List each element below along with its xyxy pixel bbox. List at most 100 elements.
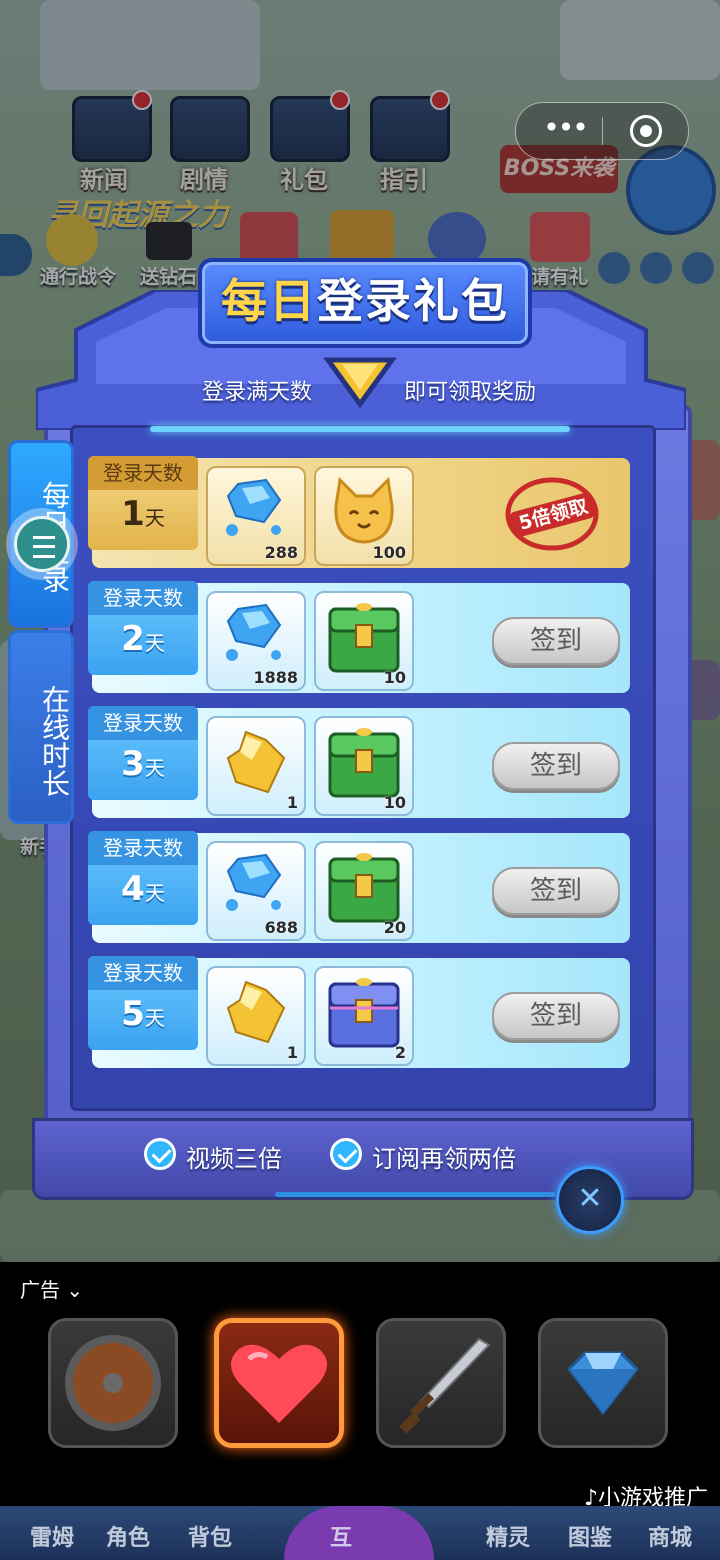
green-chest-icon bbox=[328, 603, 400, 673]
reward-row-day-2: 登录天数 2天 1888 10 签到 bbox=[88, 581, 630, 693]
ad-label[interactable]: 广告 ⌄ bbox=[20, 1274, 83, 1303]
panel-title-plate: 每日登录礼包 bbox=[198, 258, 532, 348]
option-label: 订阅再领两倍 bbox=[372, 1145, 516, 1173]
tab-online-time[interactable]: 在线时长 bbox=[8, 630, 74, 824]
nav-item[interactable]: 商城 bbox=[648, 1520, 692, 1552]
nav-item[interactable]: 图鉴 bbox=[568, 1520, 612, 1552]
game-bottom-nav: 雷姆 角色 背包 互 精灵 图鉴 商城 bbox=[0, 1506, 720, 1560]
close-icon: ✕ bbox=[577, 1181, 603, 1216]
tab-online-time-label: 在线时长 bbox=[38, 685, 71, 797]
title-suffix: 登录礼包 bbox=[317, 274, 509, 328]
item-count: 1 bbox=[286, 1043, 298, 1062]
reward-item: 1888 bbox=[206, 591, 306, 691]
gem-icon bbox=[567, 1351, 639, 1416]
day-number: 4天 bbox=[121, 869, 165, 909]
ad-slot[interactable] bbox=[538, 1318, 668, 1448]
reward-item: 100 bbox=[314, 466, 414, 566]
item-count: 288 bbox=[264, 543, 298, 562]
capsule-divider bbox=[602, 117, 603, 145]
green-chest-icon bbox=[328, 728, 400, 798]
day-number: 1天 bbox=[121, 494, 165, 534]
day-number: 3天 bbox=[121, 744, 165, 784]
day-tag-title: 登录天数 bbox=[88, 706, 198, 740]
menu-icon bbox=[33, 536, 55, 558]
sign-in-button[interactable]: 签到 bbox=[492, 867, 620, 915]
day-tag: 登录天数 5天 bbox=[88, 956, 198, 1050]
option-label: 视频三倍 bbox=[186, 1145, 282, 1173]
floating-menu-button[interactable] bbox=[6, 508, 78, 580]
day-tag: 登录天数 3天 bbox=[88, 706, 198, 800]
green-chest-icon bbox=[328, 853, 400, 923]
day-number: 5天 bbox=[121, 994, 165, 1034]
day-tag-title: 登录天数 bbox=[88, 581, 198, 615]
heart-icon bbox=[231, 1344, 327, 1423]
item-count: 1 bbox=[286, 793, 298, 812]
reward-row-day-3: 登录天数 3天 1 10 签到 bbox=[88, 706, 630, 818]
diamond-icon bbox=[226, 478, 282, 536]
cat-face-icon bbox=[334, 476, 394, 544]
ad-slot[interactable] bbox=[376, 1318, 506, 1448]
reward-row-day-1: 登录天数 1天 288 100 5倍领取 bbox=[88, 456, 630, 568]
ad-banner: 广告 ⌄ ♪小游戏推广 bbox=[0, 1262, 720, 1511]
reward-row-day-4: 登录天数 4天 688 20 签到 bbox=[88, 831, 630, 943]
reward-item: 288 bbox=[206, 466, 306, 566]
checkbox-icon[interactable] bbox=[144, 1138, 176, 1170]
reward-item: 1 bbox=[206, 716, 306, 816]
day-tag-title: 登录天数 bbox=[88, 831, 198, 865]
checkbox-icon[interactable] bbox=[330, 1138, 362, 1170]
close-button[interactable]: ✕ bbox=[556, 1166, 624, 1234]
menu-circle bbox=[14, 516, 70, 572]
day-number: 2天 bbox=[121, 619, 165, 659]
day-tag-title: 登录天数 bbox=[88, 956, 198, 990]
day-tag: 登录天数 4天 bbox=[88, 831, 198, 925]
nav-item[interactable]: 精灵 bbox=[486, 1520, 530, 1552]
more-dots-icon[interactable]: ••• bbox=[540, 114, 590, 145]
center-nav-button[interactable] bbox=[284, 1506, 434, 1560]
subtitle-left: 登录满天数 bbox=[202, 380, 313, 405]
subtitle-right: 即可领取奖励 bbox=[404, 380, 537, 405]
item-count: 1888 bbox=[253, 668, 298, 687]
item-count: 688 bbox=[264, 918, 298, 937]
mini-program-capsule: ••• bbox=[515, 102, 689, 160]
reward-item: 2 bbox=[314, 966, 414, 1066]
reward-item: 20 bbox=[314, 841, 414, 941]
gold-gem-icon bbox=[323, 357, 397, 408]
gold-crystal-icon bbox=[226, 730, 286, 794]
ad-slot-highlighted[interactable] bbox=[214, 1318, 344, 1448]
sign-in-button[interactable]: 签到 bbox=[492, 742, 620, 790]
gold-crystal-icon bbox=[226, 980, 286, 1044]
nav-item[interactable]: 雷姆 bbox=[30, 1520, 74, 1552]
sign-in-button[interactable]: 签到 bbox=[492, 617, 620, 665]
day-tag-title: 登录天数 bbox=[88, 456, 198, 490]
blue-chest-icon bbox=[328, 978, 400, 1048]
diamond-icon bbox=[226, 603, 282, 661]
panel-title: 每日登录礼包 bbox=[221, 274, 509, 328]
reward-row-day-5: 登录天数 5天 1 2 签到 bbox=[88, 956, 630, 1068]
item-count: 100 bbox=[372, 543, 406, 562]
diamond-icon bbox=[226, 853, 282, 911]
option-subscribe-double[interactable]: 订阅再领两倍 bbox=[330, 1138, 550, 1178]
item-count: 2 bbox=[394, 1043, 406, 1062]
ad-slot[interactable] bbox=[48, 1318, 178, 1448]
glow-line bbox=[150, 426, 570, 432]
day-tag: 登录天数 1天 bbox=[88, 456, 198, 550]
sign-in-button[interactable]: 签到 bbox=[492, 992, 620, 1040]
item-count: 10 bbox=[383, 668, 406, 687]
item-count: 10 bbox=[383, 793, 406, 812]
chevron-down-icon: ⌄ bbox=[66, 1278, 84, 1302]
nav-item[interactable]: 背包 bbox=[188, 1520, 232, 1552]
sword-icon bbox=[399, 1337, 491, 1434]
nav-item[interactable]: 互 bbox=[330, 1520, 352, 1552]
shield-icon bbox=[65, 1335, 161, 1431]
reward-item: 10 bbox=[314, 591, 414, 691]
item-count: 20 bbox=[383, 918, 406, 937]
target-icon[interactable] bbox=[630, 115, 662, 147]
option-video-triple[interactable]: 视频三倍 bbox=[144, 1138, 304, 1178]
reward-item: 10 bbox=[314, 716, 414, 816]
day-tag: 登录天数 2天 bbox=[88, 581, 198, 675]
reward-item: 1 bbox=[206, 966, 306, 1066]
reward-item: 688 bbox=[206, 841, 306, 941]
nav-item[interactable]: 角色 bbox=[106, 1520, 150, 1552]
title-prefix: 每日 bbox=[221, 274, 317, 328]
progress-line bbox=[275, 1192, 555, 1197]
